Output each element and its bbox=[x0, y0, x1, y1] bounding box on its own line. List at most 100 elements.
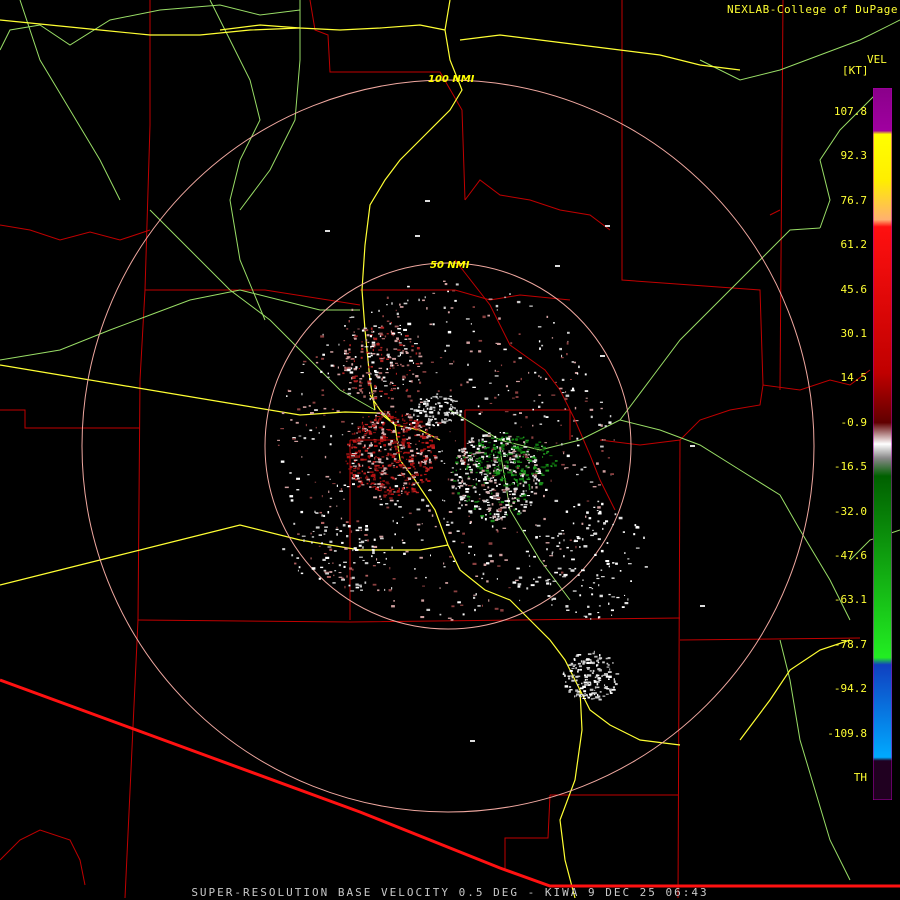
echo-pixel bbox=[484, 397, 489, 400]
echo-pixel bbox=[366, 447, 369, 450]
echo-pixel bbox=[541, 449, 545, 452]
echo-pixel bbox=[499, 553, 503, 557]
echo-pixel bbox=[351, 433, 354, 435]
echo-pixel bbox=[419, 401, 423, 403]
echo-pixel bbox=[363, 434, 367, 437]
echo-pixel bbox=[569, 669, 573, 672]
echo-pixel bbox=[450, 412, 453, 415]
echo-pixel bbox=[468, 476, 470, 478]
echo-pixel bbox=[364, 346, 369, 348]
echo-pixel bbox=[516, 531, 518, 533]
echo-pixel bbox=[323, 407, 327, 410]
echo-pixel bbox=[538, 340, 541, 343]
echo-pixel bbox=[497, 515, 500, 518]
echo-pixel bbox=[508, 490, 513, 493]
echo-pixel bbox=[456, 409, 458, 412]
echo-pixel bbox=[370, 483, 372, 485]
echo-pixel bbox=[494, 470, 497, 472]
echo-pixel bbox=[438, 451, 441, 453]
echo-pixel bbox=[621, 606, 625, 608]
echo-pixel bbox=[512, 581, 517, 584]
echo-pixel bbox=[321, 389, 324, 392]
echo-pixel bbox=[526, 452, 529, 455]
echo-pixel bbox=[581, 585, 583, 587]
echo-pixel bbox=[389, 322, 392, 325]
echo-pixel bbox=[490, 460, 493, 462]
echo-pixel bbox=[479, 467, 483, 470]
legend-tick: -0.9 bbox=[840, 415, 868, 429]
echo-pixel bbox=[352, 483, 355, 486]
echo-pixel bbox=[583, 681, 588, 684]
echo-pixel bbox=[493, 497, 497, 500]
echo-pixel bbox=[497, 565, 501, 567]
echo-pixel bbox=[517, 499, 520, 502]
echo-pixel bbox=[603, 522, 606, 525]
echo-pixel bbox=[508, 435, 512, 438]
echo-pixel bbox=[374, 467, 378, 470]
echo-pixel bbox=[323, 514, 326, 517]
echo-pixel bbox=[474, 490, 477, 493]
echo-pixel bbox=[296, 477, 300, 480]
echo-pixel bbox=[604, 425, 607, 428]
echo-pixel bbox=[293, 522, 296, 525]
echo-pixel bbox=[370, 454, 373, 457]
echo-pixel bbox=[493, 453, 495, 455]
echo-pixel bbox=[481, 577, 484, 580]
echo-pixel bbox=[577, 503, 581, 506]
echo-pixel bbox=[297, 569, 299, 572]
echo-pixel bbox=[379, 535, 384, 538]
echo-pixel bbox=[485, 514, 487, 516]
echo-pixel bbox=[539, 347, 541, 350]
echo-pixel bbox=[606, 662, 609, 665]
echo-pixel bbox=[374, 465, 376, 467]
echo-pixel bbox=[381, 431, 385, 434]
echo-pixel bbox=[329, 571, 333, 573]
echo-pixel bbox=[460, 448, 465, 451]
echo-pixel bbox=[468, 441, 472, 444]
echo-pixel bbox=[435, 372, 438, 374]
echo-pixel bbox=[379, 482, 381, 486]
echo-pixel bbox=[300, 572, 304, 575]
echo-pixel bbox=[494, 447, 498, 449]
echo-pixel bbox=[450, 405, 453, 407]
echo-pixel bbox=[381, 353, 383, 356]
echo-pixel bbox=[450, 619, 454, 621]
echo-pixel bbox=[520, 504, 524, 506]
echo-pixel bbox=[445, 420, 449, 422]
echo-pixel bbox=[387, 464, 392, 467]
echo-pixel bbox=[537, 472, 542, 474]
echo-pixel bbox=[424, 462, 427, 465]
echo-pixel bbox=[312, 401, 316, 404]
echo-pixel bbox=[358, 526, 362, 529]
echo-pixel bbox=[502, 449, 504, 453]
legend-tick: 76.7 bbox=[840, 193, 868, 207]
echo-pixel bbox=[557, 567, 562, 570]
echo-pixel bbox=[515, 466, 517, 468]
echo-pixel bbox=[592, 669, 595, 672]
echo-pixel bbox=[361, 391, 364, 394]
echo-pixel bbox=[352, 549, 354, 552]
echo-pixel bbox=[315, 512, 319, 514]
echo-pixel bbox=[415, 443, 417, 445]
echo-pixel bbox=[496, 474, 498, 476]
echo-pixel bbox=[368, 365, 370, 369]
echo-pixel bbox=[457, 601, 461, 604]
echo-pixel bbox=[395, 461, 400, 464]
echo-pixel bbox=[389, 448, 392, 451]
echo-pixel bbox=[546, 582, 550, 585]
echo-pixel bbox=[576, 679, 578, 682]
echo-pixel bbox=[501, 516, 506, 518]
echo-pixel bbox=[554, 571, 558, 574]
echo-pixel bbox=[387, 443, 392, 446]
echo-pixel bbox=[326, 344, 329, 346]
echo-pixel bbox=[392, 367, 395, 369]
echo-pixel bbox=[369, 467, 372, 469]
echo-pixel bbox=[467, 463, 470, 466]
echo-pixel bbox=[475, 471, 478, 474]
echo-pixel bbox=[608, 421, 612, 424]
echo-pixel bbox=[398, 506, 402, 508]
echo-pixel bbox=[422, 466, 426, 468]
echo-pixel bbox=[419, 398, 423, 400]
echo-pixel bbox=[507, 389, 510, 392]
echo-pixel bbox=[497, 455, 499, 457]
